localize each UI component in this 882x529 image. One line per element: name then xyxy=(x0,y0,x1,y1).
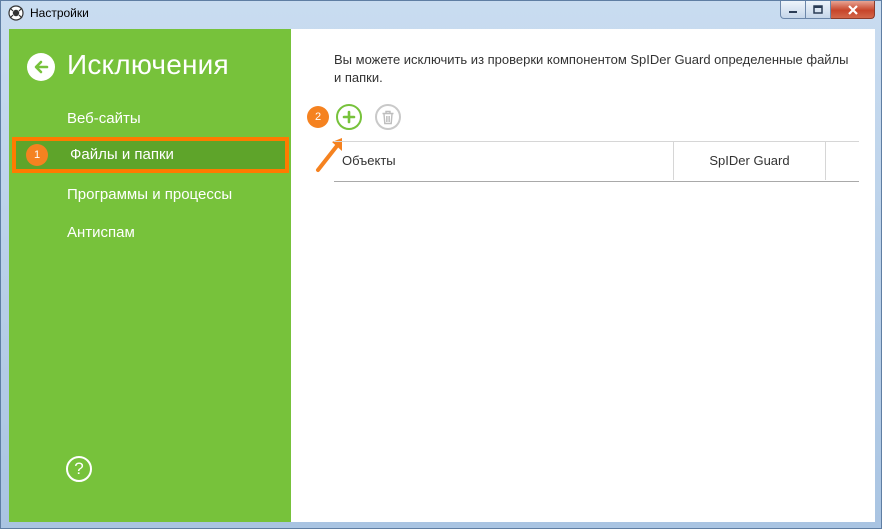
close-button[interactable] xyxy=(831,1,875,19)
description-text: Вы можете исключить из проверки компонен… xyxy=(334,52,849,85)
back-arrow-icon xyxy=(34,60,49,74)
sidebar-item-websites[interactable]: Веб-сайты xyxy=(9,101,291,137)
sidebar-item-label: Программы и процессы xyxy=(67,186,233,203)
help-button[interactable]: ? xyxy=(66,456,92,482)
exclusions-table: Объекты SpIDer Guard xyxy=(334,141,859,182)
add-button[interactable] xyxy=(336,104,362,130)
section-title: Исключения xyxy=(67,49,229,80)
settings-window: Настройки Исключения Веб-сайты 1 Файлы и… xyxy=(0,0,882,529)
delete-trash-icon xyxy=(382,110,394,124)
minimize-icon xyxy=(789,10,797,13)
sidebar: Исключения Веб-сайты 1 Файлы и папки Про… xyxy=(9,29,291,522)
column-header-spider-guard[interactable]: SpIDer Guard xyxy=(674,142,826,180)
app-logo-icon xyxy=(8,5,24,21)
help-icon: ? xyxy=(74,459,84,478)
maximize-icon xyxy=(813,5,823,14)
title-bar[interactable]: Настройки xyxy=(1,1,881,27)
window-controls xyxy=(780,1,875,21)
close-icon xyxy=(847,4,858,15)
step-badge-1: 1 xyxy=(26,144,48,166)
client-area: Исключения Веб-сайты 1 Файлы и папки Про… xyxy=(9,29,875,522)
delete-button[interactable] xyxy=(375,104,401,130)
back-button[interactable] xyxy=(27,53,55,81)
minimize-button[interactable] xyxy=(780,1,806,19)
sidebar-item-antispam[interactable]: Антиспам xyxy=(9,215,291,251)
sidebar-item-label: Веб-сайты xyxy=(67,110,141,127)
sidebar-item-label: Файлы и папки xyxy=(70,146,174,163)
add-icon xyxy=(342,110,356,124)
window-title: Настройки xyxy=(30,6,89,20)
step-badge-2: 2 xyxy=(307,106,329,128)
column-header-objects[interactable]: Объекты xyxy=(334,142,674,180)
sidebar-item-programs-processes[interactable]: Программы и процессы xyxy=(9,177,291,213)
maximize-button[interactable] xyxy=(806,1,831,19)
sidebar-item-files-folders[interactable]: 1 Файлы и папки xyxy=(12,137,289,173)
sidebar-item-label: Антиспам xyxy=(67,224,135,241)
